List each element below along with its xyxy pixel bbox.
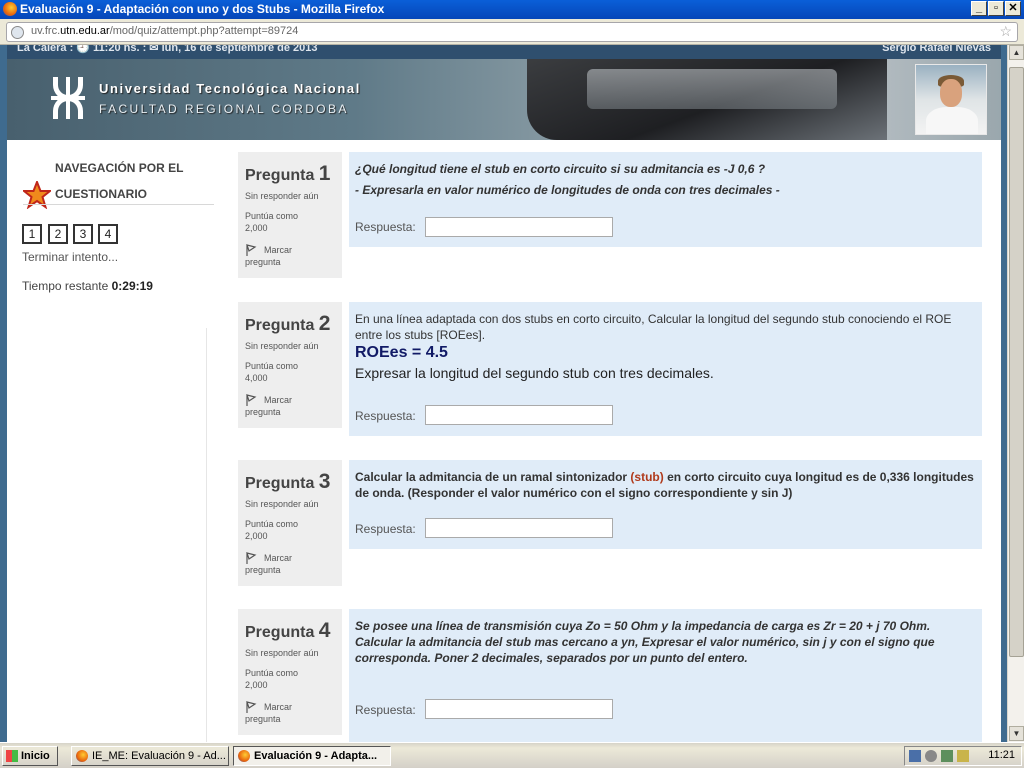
- banner-laptop-highlight: [587, 69, 837, 109]
- question-score: Puntúa como 4,000: [245, 361, 299, 383]
- scrollbar-thumb[interactable]: [1009, 67, 1024, 657]
- url-text[interactable]: uv.frc.utn.edu.ar/mod/quiz/attempt.php?a…: [31, 25, 298, 37]
- question-nav-button-3[interactable]: 3: [73, 224, 93, 244]
- network-icon[interactable]: [909, 750, 921, 762]
- firefox-icon: [76, 750, 88, 762]
- page-viewport: La Calera : 🕘 11:20 hs. : ✉ lun, 16 de s…: [0, 45, 1007, 742]
- location-date: La Calera : 🕘 11:20 hs. : ✉ lun, 16 de s…: [17, 45, 318, 54]
- maximize-button[interactable]: ▫: [988, 1, 1004, 16]
- header-banner: Universidad Tecnológica Nacional FACULTA…: [7, 59, 1001, 140]
- address-bar[interactable]: uv.frc.utn.edu.ar/mod/quiz/attempt.php?a…: [6, 22, 1018, 42]
- question-nav-button-4[interactable]: 4: [98, 224, 118, 244]
- response-label: Respuesta:: [355, 409, 416, 423]
- left-column-divider: [206, 328, 207, 742]
- question-score: Puntúa como 2,000: [245, 668, 299, 690]
- question-content-3: Calcular la admitancia de un ramal sinto…: [349, 460, 982, 549]
- question-nav-button-2[interactable]: 2: [48, 224, 68, 244]
- user-name[interactable]: Sergio Rafael Nievas: [882, 45, 991, 54]
- flag-icon: [246, 394, 257, 406]
- question-info-4: Pregunta 4 Sin responder aún Puntúa como…: [238, 609, 342, 735]
- question-number: Pregunta 3: [245, 470, 331, 493]
- answer-input-1[interactable]: [425, 217, 613, 237]
- navigation-toolbar: uv.frc.utn.edu.ar/mod/quiz/attempt.php?a…: [0, 19, 1024, 45]
- connection-icon[interactable]: [941, 750, 953, 762]
- question-text: Se posee una línea de transmisión cuya Z…: [355, 619, 935, 665]
- flag-icon: [246, 552, 257, 564]
- answer-input-2[interactable]: [425, 405, 613, 425]
- flag-icon: [246, 244, 257, 256]
- battery-icon[interactable]: [957, 750, 969, 762]
- question-status: Sin responder aún: [245, 499, 319, 509]
- user-avatar[interactable]: [915, 64, 987, 135]
- nav-divider: [23, 204, 214, 205]
- question-text: En una línea adaptada con dos stubs en c…: [355, 311, 977, 383]
- question-info-3: Pregunta 3 Sin responder aún Puntúa como…: [238, 460, 342, 586]
- question-text: Calcular la admitancia de un ramal sinto…: [355, 470, 974, 500]
- roe-value: ROEes = 4.5: [355, 344, 448, 361]
- finish-attempt-link[interactable]: Terminar intento...: [22, 250, 118, 264]
- utn-logo-icon: [51, 77, 85, 119]
- time-remaining-value: 0:29:19: [111, 279, 153, 293]
- site-identity-icon[interactable]: [11, 26, 24, 39]
- question-status: Sin responder aún: [245, 191, 319, 201]
- title-bar[interactable]: Evaluación 9 - Adaptación con uno y dos …: [0, 0, 1024, 19]
- university-name: Universidad Tecnológica Nacional: [99, 81, 361, 96]
- question-content-4: Se posee una línea de transmisión cuya Z…: [349, 609, 982, 742]
- answer-input-4[interactable]: [425, 699, 613, 719]
- question-info-2: Pregunta 2 Sin responder aún Puntúa como…: [238, 302, 342, 428]
- top-info-strip: La Calera : 🕘 11:20 hs. : ✉ lun, 16 de s…: [7, 45, 1001, 59]
- start-button[interactable]: Inicio: [2, 746, 58, 766]
- scroll-up-button[interactable]: ▲: [1009, 45, 1024, 60]
- system-tray: 11:21: [904, 746, 1022, 766]
- question-number: Pregunta 1: [245, 162, 331, 185]
- question-score: Puntúa como 2,000: [245, 211, 299, 233]
- question-number: Pregunta 4: [245, 619, 331, 642]
- minimize-button[interactable]: _: [971, 1, 987, 16]
- flag-icon: [246, 701, 257, 713]
- quiz-navigation-title: NAVEGACIÓN POR EL CUESTIONARIO: [55, 161, 184, 201]
- response-label: Respuesta:: [355, 522, 416, 536]
- firefox-icon: [3, 2, 17, 16]
- window-title: Evaluación 9 - Adaptación con uno y dos …: [20, 2, 385, 16]
- answer-input-3[interactable]: [425, 518, 613, 538]
- audio-icon[interactable]: [925, 750, 937, 762]
- question-text: ¿Qué longitud tiene el stub en corto cir…: [355, 162, 780, 197]
- taskbar-item-1[interactable]: IE_ME: Evaluación 9 - Ad...: [71, 746, 229, 766]
- question-info-1: Pregunta 1 Sin responder aún Puntúa como…: [238, 152, 342, 278]
- question-number: Pregunta 2: [245, 312, 331, 335]
- browser-window: Evaluación 9 - Adaptación con uno y dos …: [0, 0, 1024, 742]
- question-nav-button-1[interactable]: 1: [22, 224, 42, 244]
- stub-term: (stub): [630, 470, 664, 484]
- page: La Calera : 🕘 11:20 hs. : ✉ lun, 16 de s…: [7, 45, 1001, 742]
- avatar-shirt: [926, 107, 978, 134]
- taskbar: Inicio IE_ME: Evaluación 9 - Ad... Evalu…: [0, 742, 1024, 768]
- quiz-navigation-block: NAVEGACIÓN POR EL CUESTIONARIO 1 2 3 4 T…: [7, 140, 227, 333]
- question-content-2: En una línea adaptada con dos stubs en c…: [349, 302, 982, 436]
- response-label: Respuesta:: [355, 220, 416, 234]
- time-remaining: Tiempo restante 0:29:19: [22, 279, 153, 293]
- close-button[interactable]: ✕: [1005, 1, 1021, 16]
- question-score: Puntúa como 2,000: [245, 519, 299, 541]
- question-status: Sin responder aún: [245, 341, 319, 351]
- firefox-icon: [238, 750, 250, 762]
- taskbar-item-2[interactable]: Evaluación 9 - Adapta...: [233, 746, 391, 766]
- vertical-scrollbar[interactable]: ▲ ▼: [1007, 45, 1024, 742]
- scroll-down-button[interactable]: ▼: [1009, 726, 1024, 741]
- faculty-name: FACULTAD REGIONAL CORDOBA: [99, 102, 349, 116]
- bookmark-star-icon[interactable]: ☆: [999, 23, 1012, 40]
- response-label: Respuesta:: [355, 703, 416, 717]
- question-status: Sin responder aún: [245, 648, 319, 658]
- windows-logo-icon: [6, 750, 18, 762]
- clock[interactable]: 11:21: [988, 749, 1015, 761]
- avatar-head: [940, 79, 962, 107]
- question-content-1: ¿Qué longitud tiene el stub en corto cir…: [349, 152, 982, 247]
